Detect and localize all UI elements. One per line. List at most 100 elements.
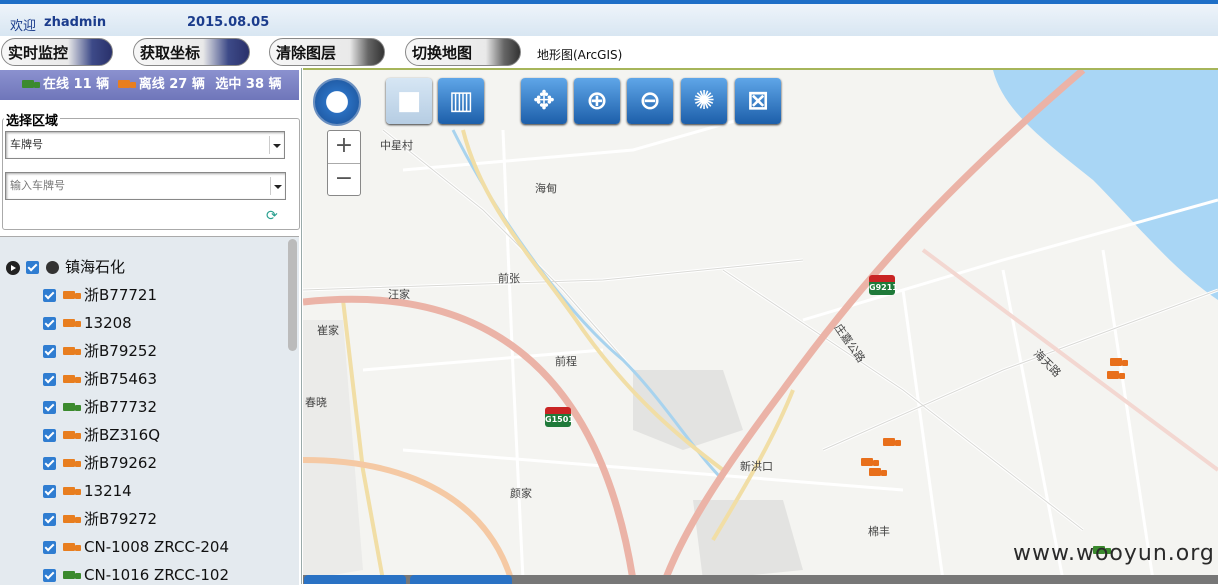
truck-icon [63,459,81,468]
plate-placeholder: 输入车牌号 [10,179,65,192]
vehicle-marker[interactable] [883,432,905,446]
vehicle-label: 浙BZ316Q [84,426,161,444]
clear-icon[interactable]: ⊠ [735,78,781,124]
vehicle-label: 13214 [84,482,132,500]
offline-truck-icon [117,80,136,89]
realtime-monitor-button[interactable]: 实时监控 [1,38,113,66]
full-extent-icon[interactable]: ✺ [681,78,727,124]
get-coordinates-button[interactable]: 获取坐标 [133,38,250,66]
org-label: 镇海石化 [65,258,126,276]
truck-icon [63,347,81,356]
vehicle-label: 浙B79262 [84,454,158,472]
vehicle-marker[interactable] [869,462,891,476]
trash-icon[interactable]: ▥ [438,78,484,124]
map-canvas [303,70,1218,584]
vehicle-label: 13208 [84,314,132,332]
highway-shield: G9211 [869,275,898,295]
offline-count: 离线 27 辆 [138,77,205,92]
vehicle-label: CN-1016 ZRCC-102 [84,566,229,584]
zoom-control: + − [327,130,361,196]
truck-icon [63,319,81,328]
zoom-in-icon[interactable]: ⊕ [574,78,620,124]
zoom-out-button[interactable]: − [328,164,360,196]
place-label: 崔家 [317,324,339,337]
selected-count: 选中 38 辆 [215,77,282,92]
bottom-tab[interactable] [304,575,406,584]
tree-vehicle-item[interactable]: 浙B79262 [43,449,157,477]
zoom-out-icon[interactable]: ⊖ [627,78,673,124]
truck-icon [63,403,81,412]
tree-vehicle-item[interactable]: CN-1016 ZRCC-102 [43,561,229,585]
plate-input[interactable]: 输入车牌号 [5,172,286,200]
vehicle-label: 浙B77732 [84,398,158,416]
vehicle-checkbox[interactable] [43,513,56,526]
tree-vehicle-item[interactable]: 浙B77721 [43,281,157,309]
chevron-down-icon[interactable] [270,177,283,195]
place-label: 棉丰 [868,525,890,538]
highway-shield: G1501 [545,407,574,427]
vehicle-marker[interactable] [1110,352,1132,366]
map-view[interactable]: 中星村 海甸 前张 汪家 崔家 前程 春晓 新洪口 颜家 棉丰 海天路 庄嘉公路… [303,68,1218,584]
vehicle-checkbox[interactable] [43,429,56,442]
search-type-select[interactable]: 车牌号 [5,131,285,159]
zoom-in-button[interactable]: + [328,131,360,164]
truck-icon [63,543,81,552]
vehicle-marker[interactable] [861,452,883,466]
vehicle-checkbox[interactable] [43,317,56,330]
expand-icon[interactable] [6,260,20,275]
refresh-icon[interactable]: ⟳ [266,209,280,223]
truck-icon [63,431,81,440]
vehicle-checkbox[interactable] [43,373,56,386]
vehicle-checkbox[interactable] [43,345,56,358]
tree-vehicle-item[interactable]: 浙B75463 [43,365,157,393]
username: zhadmin [44,15,107,30]
place-label: 前张 [498,272,520,285]
vehicle-checkbox[interactable] [43,569,56,582]
tree-vehicle-item[interactable]: 13208 [43,309,132,337]
vehicle-checkbox[interactable] [43,485,56,498]
vehicle-checkbox[interactable] [43,289,56,302]
tree-vehicle-item[interactable]: 浙B77732 [43,393,157,421]
stop-icon[interactable]: ■ [386,78,432,124]
date-text: 2015.08.05 [187,15,270,30]
chevron-down-icon[interactable] [269,136,282,154]
vehicle-status-bar: 在线 11 辆 离线 27 辆 选中 38 辆 [0,70,299,100]
place-label: 中星村 [380,139,413,152]
tree-vehicle-item[interactable]: 浙BZ316Q [43,421,160,449]
top-header: 欢迎 zhadmin 2015.08.05 [0,0,1218,36]
online-truck-icon [22,80,40,89]
vehicle-checkbox[interactable] [43,541,56,554]
tree-vehicle-item[interactable]: 13214 [43,477,132,505]
vehicle-label: 浙B77721 [84,286,158,304]
tree-vehicle-item[interactable]: CN-1008 ZRCC-204 [43,533,229,561]
clear-layer-button[interactable]: 清除图层 [269,38,385,66]
switch-map-button[interactable]: 切换地图 [405,38,521,66]
truck-icon [63,571,81,580]
bottom-tab[interactable] [410,575,512,584]
vehicle-label: 浙B79272 [84,510,158,528]
place-label: 春晓 [305,396,327,409]
welcome-text: 欢迎 [10,19,37,34]
vehicle-label: CN-1008 ZRCC-204 [84,538,229,556]
org-checkbox[interactable] [26,261,39,274]
tree-vehicle-item[interactable]: 浙B79272 [43,505,157,533]
place-label: 颜家 [510,487,532,500]
vehicle-tree: 镇海石化 浙B77721 13208 浙B79252 浙B75463 浙B77732 浙B… [0,236,299,585]
map-type-label: 地形图(ArcGIS) [537,48,623,62]
org-icon [46,261,59,274]
search-type-value: 车牌号 [10,138,43,151]
vehicle-checkbox[interactable] [43,401,56,414]
truck-icon [63,515,81,524]
truck-icon [63,487,81,496]
vehicle-label: 浙B75463 [84,370,158,388]
vehicle-checkbox[interactable] [43,457,56,470]
vehicle-marker[interactable] [1107,365,1129,379]
pan-control-icon[interactable] [313,78,361,126]
place-label: 前程 [555,355,577,368]
move-icon[interactable]: ✥ [521,78,567,124]
tree-org-node[interactable]: 镇海石化 [6,253,125,281]
watermark: www.wooyun.org [1013,541,1215,566]
tree-vehicle-item[interactable]: 浙B79252 [43,337,157,365]
tree-scrollbar[interactable] [288,239,297,351]
online-count: 在线 11 辆 [43,77,110,92]
